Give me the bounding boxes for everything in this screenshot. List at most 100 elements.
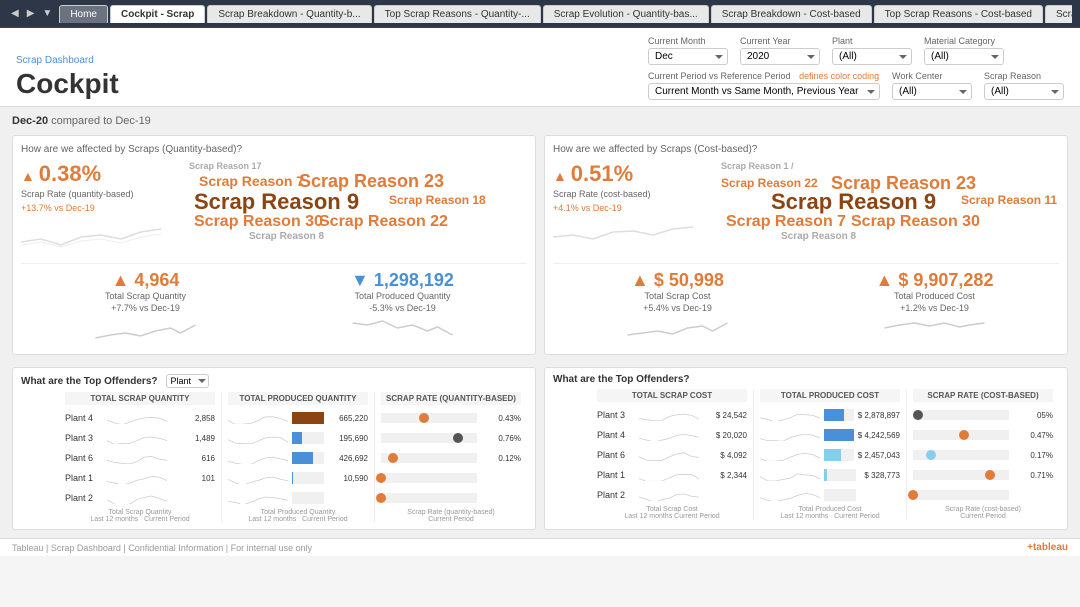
nav-tab[interactable]: Top Scrap Reasons - Cost-based bbox=[874, 5, 1043, 23]
cost-word-cloud: Scrap Reason 1 /Scrap Reason 22Scrap Rea… bbox=[721, 161, 1059, 255]
bar bbox=[824, 449, 841, 461]
word-cloud-item[interactable]: Scrap Reason 11 bbox=[961, 193, 1057, 207]
qty-scrap-rate: 0.38% bbox=[21, 161, 181, 187]
cost-scrap-rate-change: +4.1% vs Dec-19 bbox=[553, 203, 713, 213]
main-content: Dec-20 compared to Dec-19 How are we aff… bbox=[0, 107, 1080, 538]
word-cloud-item[interactable]: Scrap Reason 22 bbox=[721, 176, 818, 190]
filter-plant-select[interactable]: (All) bbox=[832, 48, 912, 65]
word-cloud-item[interactable]: Scrap Reason 30 bbox=[194, 213, 323, 231]
cost-sparkline bbox=[553, 217, 693, 252]
filter-period-label: Current Period vs Reference Period defin… bbox=[648, 71, 880, 81]
plant-value: 426,692 bbox=[328, 454, 368, 463]
plant-row: 0.12% bbox=[381, 449, 521, 467]
filter-work-center: Work Center (All) bbox=[892, 71, 972, 100]
offenders-qty-title: What are the Top Offenders? bbox=[21, 376, 158, 387]
nav-menu[interactable]: ▼ bbox=[39, 6, 55, 21]
nav-tab[interactable]: Scrap Evolution - Quantity-bas... bbox=[543, 5, 709, 23]
nav-forward[interactable]: ▶ bbox=[24, 6, 38, 21]
cost-kpi-main: 0.51% Scrap Rate (cost-based) +4.1% vs D… bbox=[553, 161, 713, 213]
breadcrumb[interactable]: Scrap Dashboard bbox=[16, 55, 119, 66]
plant-row: Plant 3 $ 24,542 bbox=[597, 406, 747, 424]
plant-sparkline-svg bbox=[228, 472, 288, 484]
nav-tab[interactable]: Home bbox=[59, 5, 108, 23]
plant-name: Plant 4 bbox=[597, 430, 635, 440]
plant-sparkline-svg bbox=[760, 469, 820, 481]
word-cloud-item[interactable]: Scrap Reason 30 bbox=[851, 213, 980, 231]
cost-word-cloud-container: Scrap Reason 1 /Scrap Reason 22Scrap Rea… bbox=[721, 161, 1059, 251]
offenders-qty-cols: TOTAL SCRAP QUANTITY Plant 4 2,858 Plant… bbox=[21, 392, 527, 523]
offenders-row: What are the Top Offenders? Plant TOTAL … bbox=[12, 361, 1068, 530]
plant-name: Plant 3 bbox=[65, 433, 103, 443]
filter-month-select[interactable]: Dec bbox=[648, 48, 728, 65]
plant-row: Plant 4 $ 20,020 bbox=[597, 426, 747, 444]
word-cloud-item[interactable]: Scrap Reason 8 bbox=[781, 231, 856, 242]
filter-sr-select[interactable]: (All) bbox=[984, 83, 1064, 100]
filter-period: Current Period vs Reference Period defin… bbox=[648, 71, 880, 100]
qty-total-produced-change: -5.3% vs Dec-19 bbox=[278, 303, 527, 313]
period-comparison: compared to Dec-19 bbox=[51, 115, 151, 127]
plant-row: $ 2,457,043 bbox=[760, 446, 900, 464]
bar bbox=[824, 469, 827, 481]
qty-metrics-row: ▲ 4,964 Total Scrap Quantity +7.7% vs De… bbox=[21, 263, 527, 346]
nav-tab[interactable]: Scrap Breakdown - Cost-based bbox=[711, 5, 872, 23]
rate-dot bbox=[985, 470, 995, 480]
word-cloud-item[interactable]: Scrap Reason 9 bbox=[771, 189, 936, 215]
word-cloud-item[interactable]: Scrap Reason 18 bbox=[389, 193, 486, 207]
plant-value: 1,489 bbox=[175, 434, 215, 443]
cost-scrap-rate-label: Scrap Rate (cost-based) bbox=[553, 189, 713, 199]
nav-back[interactable]: ◀ bbox=[8, 6, 22, 21]
plant-row: 0.43% bbox=[381, 409, 521, 427]
cost-total-produced: ▲ $ 9,907,282 Total Produced Cost +1.2% … bbox=[810, 270, 1059, 346]
word-cloud-item[interactable]: Scrap Reason 1 / bbox=[721, 161, 794, 171]
footer-text: Tableau | Scrap Dashboard | Confidential… bbox=[12, 543, 312, 553]
filter-material-select[interactable]: (All) bbox=[924, 48, 1004, 65]
bar-container bbox=[292, 452, 324, 464]
nav-tab[interactable]: Scrap Breakdown - Quantity-b... bbox=[207, 5, 371, 23]
word-cloud-item[interactable]: Scrap Reason 22 bbox=[319, 213, 448, 231]
plant-name: Plant 3 bbox=[597, 410, 635, 420]
qty-rate-rows: 0.43% 0.76% 0.12% bbox=[381, 409, 521, 507]
bar-container bbox=[292, 472, 324, 484]
quantity-col: How are we affected by Scraps (Quantity-… bbox=[12, 135, 536, 355]
filter-period-select[interactable]: Current Month vs Same Month, Previous Ye… bbox=[648, 83, 880, 100]
plant-name: Plant 6 bbox=[597, 450, 635, 460]
page-title: Cockpit bbox=[16, 68, 119, 100]
rate-value: 0.71% bbox=[1013, 471, 1053, 480]
cost-total-produced-value: ▲ $ 9,907,282 bbox=[810, 270, 1059, 291]
offenders-cost-cols: TOTAL SCRAP COST Plant 3 $ 24,542 Plant … bbox=[553, 389, 1059, 520]
cost-scrap-footer: Total Scrap CostLast 12 months Current P… bbox=[597, 506, 747, 520]
plant-value: $ 4,092 bbox=[707, 451, 747, 460]
qty-kpi-section: 0.38% Scrap Rate (quantity-based) +13.7%… bbox=[21, 161, 527, 255]
rate-value: 0.47% bbox=[1013, 431, 1053, 440]
plant-value: 616 bbox=[175, 454, 215, 463]
cost-kpi-section: 0.51% Scrap Rate (cost-based) +4.1% vs D… bbox=[553, 161, 1059, 255]
plant-row bbox=[381, 469, 521, 487]
offenders-qty-filter[interactable]: Plant bbox=[166, 374, 209, 388]
nav-tab[interactable]: Cockpit - Scrap bbox=[110, 5, 205, 23]
filter-row-1: Current Month Dec Current Year 2020 Plan… bbox=[648, 36, 1064, 65]
page-footer: Tableau | Scrap Dashboard | Confidential… bbox=[0, 538, 1080, 556]
word-cloud-item[interactable]: Scrap Reason 7 bbox=[199, 173, 304, 189]
nav-tab[interactable]: Top Scrap Reasons - Quantity-... bbox=[374, 5, 541, 23]
plant-value: $ 328,773 bbox=[860, 471, 900, 480]
qty-total-produced-label: Total Produced Quantity bbox=[278, 291, 527, 301]
plant-row: 0.71% bbox=[913, 466, 1053, 484]
offenders-cost-title: What are the Top Offenders? bbox=[553, 374, 690, 385]
word-cloud-item[interactable]: Scrap Reason 9 bbox=[194, 189, 359, 215]
word-cloud-item[interactable]: Scrap Reason 8 bbox=[249, 231, 324, 242]
offender-rate-qty-col: SCRAP RATE (QUANTITY-BASED) 0.43% 0.76% … bbox=[375, 392, 527, 523]
filter-year-label: Current Year bbox=[740, 36, 820, 46]
qty-produced-minichart bbox=[278, 313, 527, 343]
offenders-qty-section: What are the Top Offenders? Plant TOTAL … bbox=[12, 367, 536, 530]
filter-wc-select[interactable]: (All) bbox=[892, 83, 972, 100]
word-cloud-item[interactable]: Scrap Reason 7 bbox=[726, 213, 846, 231]
plant-row: Plant 1 101 bbox=[65, 469, 215, 487]
cost-scrap-minichart bbox=[553, 313, 802, 343]
period-label: Dec-20 compared to Dec-19 bbox=[12, 115, 1068, 127]
word-cloud-item[interactable]: Scrap Reason 17 bbox=[189, 161, 262, 171]
plant-value: 195,690 bbox=[328, 434, 368, 443]
rate-bar-container bbox=[381, 413, 477, 423]
filter-year-select[interactable]: 2020 bbox=[740, 48, 820, 65]
offenders-qty-header: What are the Top Offenders? Plant bbox=[21, 374, 527, 388]
nav-tab[interactable]: Scrap Evolution - Cost-based bbox=[1045, 5, 1072, 23]
